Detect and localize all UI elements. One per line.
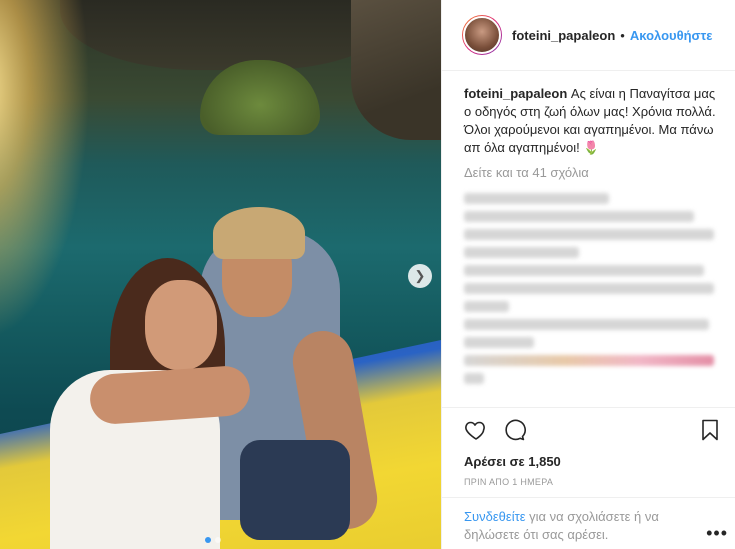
- login-prompt: Συνδεθείτε για να σχολιάσετε ή να δηλώσε…: [442, 497, 735, 544]
- comment-icon[interactable]: [502, 418, 526, 442]
- separator-dot: •: [620, 27, 625, 43]
- caption-username-link[interactable]: foteini_papaleon: [464, 86, 567, 101]
- post-actions: Αρέσει σε 1,850 ΠΡΙΝ ΑΠΟ 1 ΗΜΕΡΑ: [442, 407, 735, 487]
- heart-icon[interactable]: [464, 418, 488, 442]
- bookmark-icon[interactable]: [698, 418, 722, 442]
- avatar[interactable]: [462, 15, 502, 55]
- blurred-comment-line: [464, 229, 714, 240]
- like-count[interactable]: Αρέσει σε 1,850: [442, 444, 735, 469]
- blurred-comment-line: [464, 247, 579, 258]
- blurred-comment-line: [464, 265, 704, 276]
- blurred-comment-line: [464, 337, 534, 348]
- photo-cave-rock: [60, 0, 380, 70]
- login-link[interactable]: Συνδεθείτε: [464, 509, 526, 524]
- more-options-icon[interactable]: •••: [706, 523, 728, 544]
- blurred-comment-line: [464, 355, 714, 366]
- comments-list: [442, 180, 735, 384]
- blurred-comment-line: [464, 283, 714, 294]
- post-caption: foteini_papaleon Ας είναι η Παναγίτσα μα…: [442, 71, 735, 157]
- view-all-comments-link[interactable]: Δείτε και τα 41 σχόλια: [442, 157, 735, 180]
- action-icons: [442, 408, 735, 444]
- blurred-comment-line: [464, 319, 709, 330]
- instagram-post: ❯ foteini_papaleon • Ακολουθήστε foteini…: [0, 0, 735, 549]
- blurred-comment-line: [464, 373, 484, 384]
- photo-shorts: [240, 440, 350, 540]
- photo-woman-face: [145, 280, 217, 370]
- post-header: foteini_papaleon • Ακολουθήστε: [442, 0, 735, 71]
- carousel-dot-active: [205, 537, 211, 543]
- username-link[interactable]: foteini_papaleon: [512, 28, 615, 43]
- post-photo[interactable]: ❯: [0, 0, 441, 549]
- chevron-right-icon: ❯: [414, 268, 426, 283]
- blurred-comment-line: [464, 211, 694, 222]
- photo-cave-wall: [351, 0, 441, 140]
- post-timestamp[interactable]: ΠΡΙΝ ΑΠΟ 1 ΗΜΕΡΑ: [442, 469, 735, 487]
- blurred-comment-line: [464, 193, 609, 204]
- follow-button[interactable]: Ακολουθήστε: [630, 28, 713, 43]
- carousel-indicator: [205, 537, 221, 543]
- photo-greenery: [200, 60, 320, 135]
- blurred-comment-line: [464, 301, 509, 312]
- post-sidebar: foteini_papaleon • Ακολουθήστε foteini_p…: [441, 0, 735, 549]
- carousel-dot: [215, 537, 221, 543]
- photo-straw-hat: [213, 207, 305, 259]
- photo-sunlight: [0, 0, 90, 340]
- carousel-next-button[interactable]: ❯: [408, 264, 432, 288]
